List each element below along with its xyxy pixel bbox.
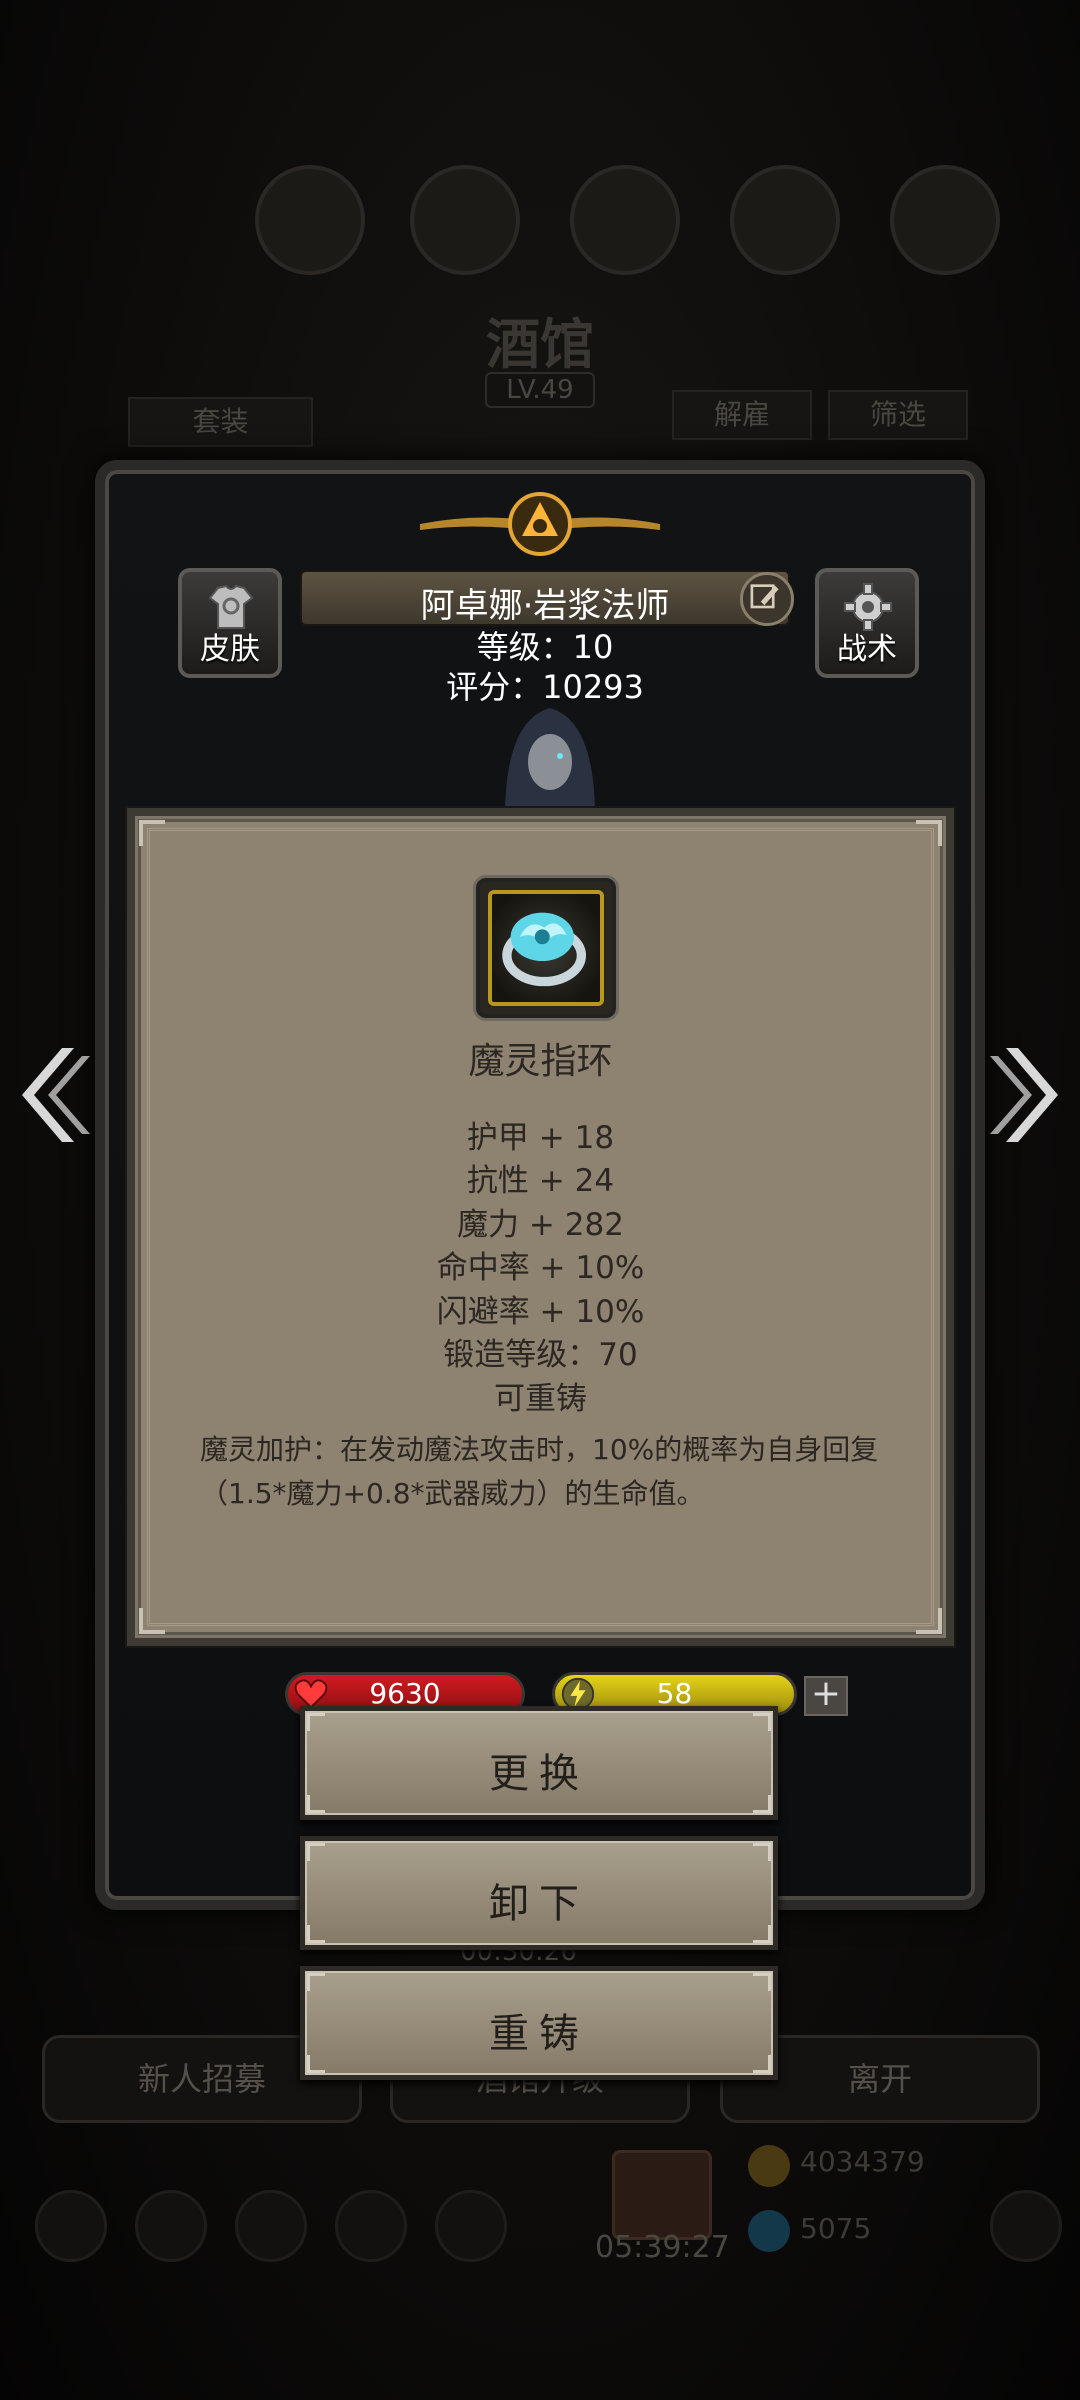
skin-button[interactable]: 皮肤	[178, 568, 282, 678]
item-tooltip-card: 魔灵指环 护甲 + 18 抗性 + 24 魔力 + 282 命中率 + 10% …	[127, 808, 954, 1646]
menu-circle-icon	[570, 165, 680, 275]
button-corner	[307, 1973, 325, 1991]
stat-forge-level: 锻造等级：70	[443, 1337, 638, 1373]
corner-ornament	[916, 1608, 942, 1634]
stat-magic-power: 魔力 + 282	[457, 1207, 624, 1243]
corner-ornament	[139, 820, 165, 846]
corner-ornament	[139, 1608, 165, 1634]
menu-circle-icon	[890, 165, 1000, 275]
menu-circle-icon	[730, 165, 840, 275]
hero-name-bar: 阿卓娜·岩浆法师	[300, 570, 790, 626]
gold-amount: 4034379	[800, 2145, 925, 2178]
button-corner	[753, 1713, 771, 1731]
skin-label: 皮肤	[200, 632, 260, 667]
bottom-nav-icon	[135, 2190, 207, 2262]
hero-name: 阿卓娜·岩浆法师	[420, 586, 670, 626]
unequip-button[interactable]: 卸下	[300, 1836, 778, 1950]
stat-hit-rate: 命中率 + 10%	[436, 1250, 645, 1286]
suit-button: 套装	[128, 397, 313, 447]
gift-box-icon	[612, 2150, 712, 2240]
next-arrow-icon[interactable]	[986, 1040, 1066, 1150]
button-corner	[307, 1713, 325, 1731]
ring-icon	[502, 912, 587, 987]
gem-amount: 5075	[800, 2212, 872, 2245]
rename-edit-icon[interactable]	[740, 572, 794, 626]
tavern-level: LV.49	[485, 372, 595, 408]
item-rarity-frame	[488, 890, 604, 1006]
item-slot	[476, 878, 616, 1018]
bottom-nav-icon	[235, 2190, 307, 2262]
reforge-label: 重铸	[489, 2011, 589, 2057]
filter-button: 筛选	[828, 390, 968, 440]
stat-armor: 护甲 + 18	[466, 1120, 615, 1156]
dismiss-button: 解雇	[672, 390, 812, 440]
gem-icon	[748, 2210, 790, 2252]
unequip-label: 卸下	[489, 1881, 589, 1927]
tavern-title: 酒馆	[486, 312, 594, 376]
replace-label: 更换	[489, 1751, 589, 1797]
bottom-nav-icon	[990, 2190, 1062, 2262]
bottom-nav-icon	[35, 2190, 107, 2262]
previous-arrow-icon[interactable]	[14, 1040, 94, 1150]
gold-coin-icon	[748, 2145, 790, 2187]
stat-dodge-rate: 闪避率 + 10%	[436, 1294, 645, 1330]
button-corner	[753, 1973, 771, 1991]
add-energy-button[interactable]: +	[804, 1676, 848, 1716]
tactics-button[interactable]: 战术	[815, 568, 919, 678]
bottom-nav-icon	[335, 2190, 407, 2262]
tactics-label: 战术	[837, 632, 897, 667]
replace-button[interactable]: 更换	[300, 1706, 778, 1820]
item-name: 魔灵指环	[468, 1041, 613, 1082]
corner-ornament	[916, 820, 942, 846]
stat-reforgeable: 可重铸	[494, 1381, 587, 1417]
button-corner	[753, 1843, 771, 1861]
menu-circle-icon	[410, 165, 520, 275]
countdown-clock: 05:39:27	[595, 2230, 730, 2265]
menu-circle-icon	[255, 165, 365, 275]
stat-resistance: 抗性 + 24	[466, 1163, 615, 1199]
panel-crest-icon	[420, 492, 660, 556]
item-description: 魔灵加护：在发动魔法攻击时，10%的概率为自身回复（1.5*魔力+0.8*武器威…	[200, 1433, 879, 1510]
reforge-button[interactable]: 重铸	[300, 1966, 778, 2080]
hero-portrait	[505, 708, 595, 810]
button-corner	[307, 1843, 325, 1861]
bottom-nav-icon	[435, 2190, 507, 2262]
